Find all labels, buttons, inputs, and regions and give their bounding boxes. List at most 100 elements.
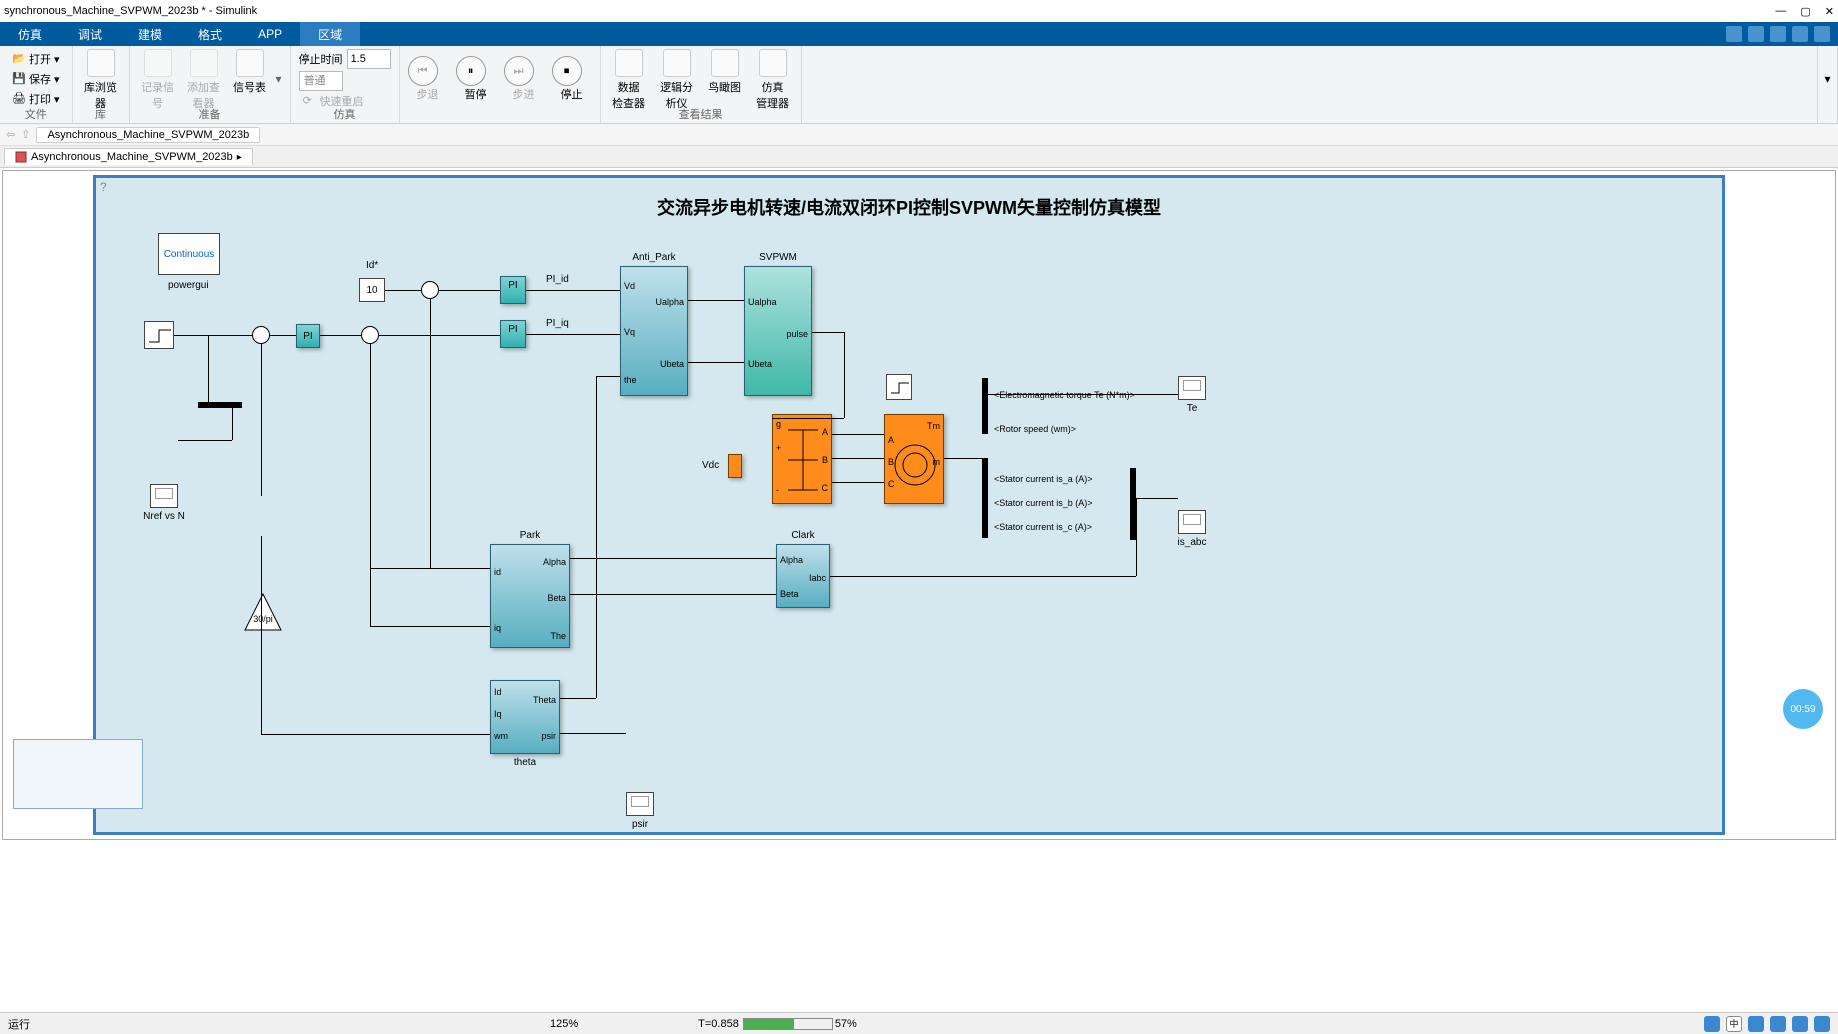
save-button[interactable]: 💾保存 ▾	[8, 69, 64, 89]
wm-signal-label: <Rotor speed (wm)>	[994, 424, 1076, 434]
scope-psir[interactable]: psir	[626, 792, 654, 816]
tab-debug[interactable]: 调试	[60, 22, 120, 46]
pi-id-label: PI_id	[546, 274, 569, 285]
step-forward-button[interactable]: ⏭步进	[504, 56, 544, 102]
sim-manager-button[interactable]: 仿真 管理器	[753, 49, 793, 109]
inverter-block[interactable]: g + - A B C	[772, 414, 832, 504]
wire	[832, 434, 884, 435]
step-source[interactable]	[144, 321, 174, 349]
ribbon-overflow[interactable]: ▾	[1818, 46, 1838, 123]
vdc-source[interactable]	[728, 454, 742, 478]
chevron-down-icon[interactable]: ▾	[276, 72, 282, 86]
help-icon[interactable]: ?	[100, 180, 107, 194]
wire	[232, 402, 233, 440]
sb-icon-1[interactable]	[1704, 1016, 1720, 1032]
svpwm-block[interactable]: SVPWM Ualpha Ubeta pulse	[744, 266, 812, 396]
wire	[270, 335, 296, 336]
statusbar: 运行 125% T=0.858 57% 中	[0, 1012, 1838, 1034]
doc-tab[interactable]: Asynchronous_Machine_SVPWM_2023b▸	[4, 148, 253, 165]
pan-overview[interactable]	[13, 739, 143, 809]
maximize-icon[interactable]: ▢	[1800, 5, 1810, 18]
sum-id[interactable]	[421, 281, 439, 299]
step-fwd-icon: ⏭	[504, 56, 534, 86]
powergui-label: powergui	[168, 280, 209, 291]
recording-timer[interactable]: 00:59	[1783, 689, 1823, 729]
stop-button[interactable]: ⏹停止	[552, 56, 592, 102]
nav-back-button[interactable]: ⇦	[6, 128, 15, 141]
mini-icon-4[interactable]	[1792, 26, 1808, 42]
powergui-block[interactable]: Continuous	[158, 233, 220, 275]
group-label-lib: 库	[95, 106, 106, 122]
folder-icon: 📂	[12, 52, 26, 66]
constant-id[interactable]: 10	[359, 278, 385, 302]
tab-app[interactable]: APP	[240, 22, 300, 46]
sum-iq[interactable]	[361, 326, 379, 344]
tab-format[interactable]: 格式	[180, 22, 240, 46]
scope-nref[interactable]: Nref vs N	[150, 484, 178, 508]
port-the: the	[624, 375, 637, 385]
wire	[178, 440, 232, 441]
mini-icon-3[interactable]	[1770, 26, 1786, 42]
nav-up-button[interactable]: ⇧	[21, 128, 30, 141]
tab-simulate[interactable]: 仿真	[0, 22, 60, 46]
sb-icon-6[interactable]	[1814, 1016, 1830, 1032]
scope-psir-label: psir	[632, 819, 648, 830]
ribbon-group-review: 数据 检查器 逻辑分析仪 鸟瞰图 仿真 管理器 查看结果	[601, 46, 802, 123]
step-tm[interactable]	[886, 374, 912, 400]
wire	[688, 362, 744, 363]
open-button[interactable]: 📂打开 ▾	[8, 49, 64, 69]
pause-button[interactable]: ⏸暂停	[456, 56, 496, 102]
anti-park-block[interactable]: Anti_Park Vd Vq the Ualpha Ubeta	[620, 266, 688, 396]
minimize-icon[interactable]: —	[1775, 5, 1786, 18]
step-back-button[interactable]: ⏮步退	[408, 56, 448, 102]
signal-table-button[interactable]: 信号表	[230, 49, 270, 109]
mini-icon-1[interactable]	[1726, 26, 1742, 42]
port-pk-iq: iq	[494, 623, 501, 633]
pi-iq[interactable]: PI	[500, 320, 526, 348]
record-signal-button[interactable]: 记录信号	[138, 49, 178, 109]
sum-speed[interactable]	[252, 326, 270, 344]
data-inspector-button[interactable]: 数据 检查器	[609, 49, 649, 109]
wire	[261, 536, 262, 734]
birdseye-button[interactable]: 鸟瞰图	[705, 49, 745, 109]
add-viewer-button[interactable]: 添加查看器	[184, 49, 224, 109]
mini-icon-2[interactable]	[1748, 26, 1764, 42]
stoptime-label: 停止时间	[299, 51, 343, 67]
pi-id[interactable]: PI	[500, 276, 526, 304]
logic-icon	[663, 49, 691, 77]
sb-icon-4[interactable]	[1770, 1016, 1786, 1032]
park-block[interactable]: Park id iq Alpha Beta The	[490, 544, 570, 648]
theta-block[interactable]: theta Id Iq wm Theta psir	[490, 680, 560, 754]
port-vq: Vq	[624, 327, 635, 337]
stoptime-input[interactable]	[347, 49, 391, 69]
sb-icon-5[interactable]	[1792, 1016, 1808, 1032]
mini-icon-5[interactable]	[1814, 26, 1830, 42]
bus-selector-2[interactable]	[982, 458, 988, 538]
library-browser-button[interactable]: 库浏览器	[81, 49, 121, 111]
sim-mode-select[interactable]: 普通	[299, 71, 343, 91]
logic-analyzer-button[interactable]: 逻辑分析仪	[657, 49, 697, 109]
port-pulse: pulse	[786, 329, 808, 339]
scope-te[interactable]: Te	[1178, 376, 1206, 400]
wire	[261, 344, 262, 496]
gain-block[interactable]: 30/pi	[243, 592, 283, 632]
close-icon[interactable]: ✕	[1825, 5, 1834, 18]
port-th-id: Id	[494, 687, 502, 697]
status-time: T=0.858	[698, 1018, 739, 1030]
sb-icon-3[interactable]	[1748, 1016, 1764, 1032]
nav-path[interactable]: Asynchronous_Machine_SVPWM_2023b	[36, 127, 260, 143]
window-titlebar: synchronous_Machine_SVPWM_2023b * - Simu…	[0, 0, 1838, 22]
clark-block[interactable]: Clark Alpha Beta Iabc	[776, 544, 830, 608]
scope-nref-label: Nref vs N	[143, 511, 185, 522]
motor-block[interactable]: Tm A B C m	[884, 414, 944, 504]
bus-selector-1[interactable]	[982, 378, 988, 434]
tab-region[interactable]: 区域	[300, 22, 360, 46]
scope-is[interactable]: is_abc	[1178, 510, 1206, 534]
tab-model[interactable]: 建模	[120, 22, 180, 46]
pi-speed[interactable]: PI	[296, 324, 320, 348]
mux-speed[interactable]	[198, 402, 242, 408]
ribbon-right-icons	[1726, 26, 1838, 42]
sb-icon-2[interactable]: 中	[1726, 1016, 1742, 1032]
model-canvas[interactable]: ? 交流异步电机转速/电流双闭环PI控制SVPWM矢量控制仿真模型 Contin…	[93, 175, 1725, 835]
ribbon-group-simcontrols: ⏮步退 ⏸暂停 ⏭步进 ⏹停止	[400, 46, 601, 123]
